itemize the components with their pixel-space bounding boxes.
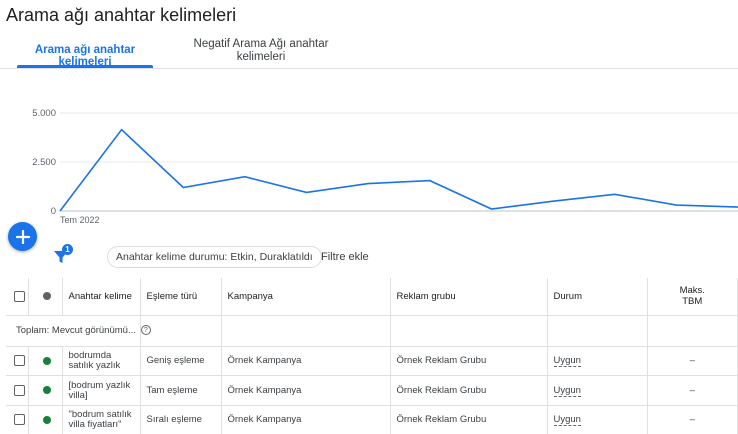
column-header-ad-group[interactable]: Reklam grubu xyxy=(390,278,548,316)
row-status-cell xyxy=(28,375,63,406)
status-cell: Uygun xyxy=(547,375,648,406)
row-checkbox[interactable] xyxy=(14,355,25,367)
tab-negative-keywords[interactable]: Negatif Arama Ağı anahtar kelimeleri xyxy=(186,38,336,64)
keyword-cell[interactable]: bodrumda satılık yazlık xyxy=(62,346,141,376)
table-row: bodrumda satılık yazlık Geniş eşleme Örn… xyxy=(6,346,738,376)
plus-icon xyxy=(15,229,30,244)
column-header-max-cpc[interactable]: Maks. TBM xyxy=(647,278,738,316)
ad-group-link[interactable]: Örnek Reklam Grubu xyxy=(390,346,548,376)
max-cpc-cell[interactable]: – xyxy=(647,405,738,434)
total-row: Toplam: Mevcut görünümü...? xyxy=(6,315,738,347)
row-select-cell xyxy=(6,405,29,434)
max-cpc-cell[interactable]: – xyxy=(647,375,738,406)
page-title: Arama ağı anahtar kelimeleri xyxy=(6,5,237,25)
keyword-cell[interactable]: "bodrum satılık villa fiyatları" xyxy=(62,405,141,434)
status-text[interactable]: Uygun xyxy=(553,414,581,427)
table-row: "bodrum satılık villa fiyatları" Sıralı … xyxy=(6,405,738,434)
row-checkbox[interactable] xyxy=(14,384,25,396)
ad-group-link[interactable]: Örnek Reklam Grubu xyxy=(390,375,548,406)
ad-group-link[interactable]: Örnek Reklam Grubu xyxy=(390,405,548,434)
max-cpc-cell[interactable]: – xyxy=(647,346,738,376)
table-cell xyxy=(390,315,548,347)
y-tick-label: 5.000 xyxy=(32,108,56,119)
select-all-checkbox[interactable] xyxy=(14,290,25,302)
enabled-status-dot xyxy=(42,356,51,365)
campaign-link[interactable]: Örnek Kampanya xyxy=(221,375,391,406)
match-type-cell: Geniş eşleme xyxy=(140,346,222,376)
table-header-row: Anahtar kelime Eşleme türü Kampanya Rekl… xyxy=(6,278,738,316)
keyword-cell[interactable]: [bodrum yazlık villa] xyxy=(62,375,141,406)
table-row: [bodrum yazlık villa] Tam eşleme Örnek K… xyxy=(6,375,738,406)
table-cell xyxy=(547,315,648,347)
status-dot-icon xyxy=(42,292,51,301)
help-icon[interactable]: ? xyxy=(140,325,151,336)
status-cell: Uygun xyxy=(547,405,648,434)
campaign-link[interactable]: Örnek Kampanya xyxy=(221,346,391,376)
column-header-campaign[interactable]: Kampanya xyxy=(221,278,391,316)
enabled-status-dot xyxy=(42,386,51,395)
campaign-link[interactable]: Örnek Kampanya xyxy=(221,405,391,434)
match-type-cell: Tam eşleme xyxy=(140,375,222,406)
column-header-match-type[interactable]: Eşleme türü xyxy=(140,278,222,316)
add-keyword-button[interactable] xyxy=(8,222,37,251)
row-select-cell xyxy=(6,375,29,406)
y-tick-label: 0 xyxy=(51,206,56,217)
table-cell xyxy=(647,315,738,347)
total-label-cell: Toplam: Mevcut görünümü...? xyxy=(6,315,151,347)
status-text[interactable]: Uygun xyxy=(553,384,581,397)
total-label: Toplam: Mevcut görünümü... xyxy=(16,325,136,336)
select-all-cell xyxy=(6,278,29,316)
status-cell: Uygun xyxy=(547,346,648,376)
status-dot-header xyxy=(28,278,63,316)
keyword-status-filter-chip[interactable]: Anahtar kelime durumu: Etkin, Duraklatıl… xyxy=(107,246,322,268)
match-type-cell: Sıralı eşleme xyxy=(140,405,222,434)
series-line xyxy=(59,128,738,212)
add-filter-button[interactable]: Filtre ekle xyxy=(321,251,369,263)
performance-chart: 5.000 2.500 0 Tem 2022 xyxy=(0,96,738,236)
column-header-status[interactable]: Durum xyxy=(547,278,648,316)
line-chart-svg: 5.000 2.500 0 Tem 2022 xyxy=(32,108,738,225)
row-status-cell xyxy=(28,405,63,434)
y-tick-label: 2.500 xyxy=(32,157,56,168)
table-cell xyxy=(221,315,391,347)
row-select-cell xyxy=(6,346,29,376)
tabs-divider xyxy=(0,68,738,69)
x-start-label: Tem 2022 xyxy=(60,215,100,225)
keywords-table: Anahtar kelime Eşleme türü Kampanya Rekl… xyxy=(6,278,738,434)
row-status-cell xyxy=(28,346,63,376)
enabled-status-dot xyxy=(42,415,51,424)
row-checkbox[interactable] xyxy=(14,414,25,426)
status-text[interactable]: Uygun xyxy=(553,355,581,368)
filter-count-badge: 1 xyxy=(62,244,73,255)
table-cell xyxy=(140,315,222,347)
column-header-keyword[interactable]: Anahtar kelime xyxy=(62,278,141,316)
